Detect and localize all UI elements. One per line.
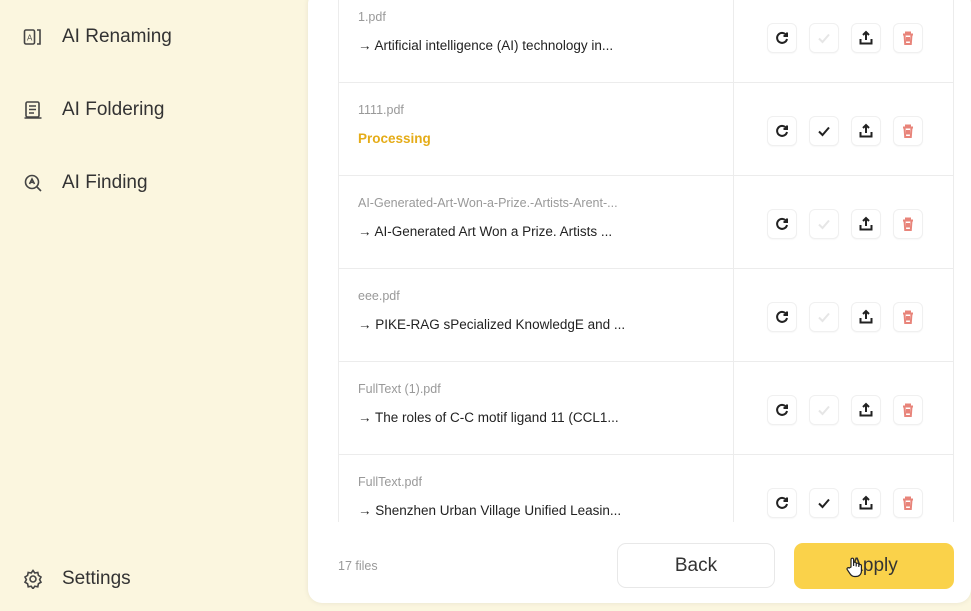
delete-button[interactable] bbox=[893, 209, 923, 239]
file-row: 1111.pdf Processing bbox=[339, 83, 953, 176]
export-button[interactable] bbox=[851, 116, 881, 146]
confirm-button[interactable] bbox=[809, 488, 839, 518]
original-filename: FullText.pdf bbox=[358, 475, 422, 489]
file-row: FullText (1).pdf → The roles of C-C moti… bbox=[339, 362, 953, 455]
svg-text:A: A bbox=[27, 34, 33, 43]
main-panel: 1.pdf → Artificial intelligence (AI) tec… bbox=[308, 0, 971, 603]
confirm-button[interactable] bbox=[809, 209, 839, 239]
check-icon bbox=[818, 498, 830, 509]
sidebar-item-label: AI Renaming bbox=[62, 26, 172, 47]
confirm-button[interactable] bbox=[809, 395, 839, 425]
file-row: 1.pdf → Artificial intelligence (AI) tec… bbox=[339, 0, 953, 83]
renamed-title: → The roles of C-C motif ligand 11 (CCL1… bbox=[358, 410, 619, 425]
check-icon bbox=[818, 312, 830, 323]
original-filename: 1.pdf bbox=[358, 10, 386, 24]
upload-icon bbox=[859, 216, 873, 231]
delete-button[interactable] bbox=[893, 488, 923, 518]
delete-button[interactable] bbox=[893, 395, 923, 425]
row-actions bbox=[767, 302, 923, 332]
upload-icon bbox=[859, 123, 873, 138]
regenerate-button[interactable] bbox=[767, 209, 797, 239]
renamed-title: → PIKE-RAG sPecialized KnowledgE and ... bbox=[358, 317, 626, 332]
check-icon bbox=[818, 405, 830, 416]
delete-button[interactable] bbox=[893, 302, 923, 332]
upload-icon bbox=[859, 309, 873, 324]
trash-icon bbox=[903, 217, 913, 231]
original-filename: FullText (1).pdf bbox=[358, 382, 441, 396]
regenerate-button[interactable] bbox=[767, 116, 797, 146]
export-button[interactable] bbox=[851, 488, 881, 518]
file-row: AI-Generated-Art-Won-a-Prize.-Artists-Ar… bbox=[339, 176, 953, 269]
upload-icon bbox=[859, 30, 873, 45]
refresh-icon bbox=[776, 403, 788, 416]
trash-icon bbox=[903, 31, 913, 45]
check-icon bbox=[818, 33, 830, 44]
sidebar-item-ai-renaming[interactable]: A AI Renaming bbox=[22, 26, 172, 48]
gear-icon bbox=[22, 568, 44, 590]
trash-icon bbox=[903, 496, 913, 510]
renamed-title: → AI-Generated Art Won a Prize. Artists … bbox=[358, 224, 613, 239]
regenerate-button[interactable] bbox=[767, 23, 797, 53]
upload-icon bbox=[859, 402, 873, 417]
sidebar: A AI Renaming AI Foldering AI Finding Se… bbox=[0, 0, 305, 611]
export-button[interactable] bbox=[851, 23, 881, 53]
sidebar-item-settings[interactable]: Settings bbox=[22, 568, 131, 590]
refresh-icon bbox=[776, 217, 788, 230]
sidebar-item-label: AI Foldering bbox=[62, 99, 165, 120]
original-filename: 1111.pdf bbox=[358, 103, 404, 117]
delete-button[interactable] bbox=[893, 116, 923, 146]
check-icon bbox=[818, 126, 830, 137]
renamed-title: → Shenzhen Urban Village Unified Leasin.… bbox=[358, 503, 622, 518]
check-icon bbox=[818, 219, 830, 230]
row-actions bbox=[767, 488, 923, 518]
original-filename: eee.pdf bbox=[358, 289, 400, 303]
back-button[interactable]: Back bbox=[617, 543, 775, 588]
sidebar-item-label: Settings bbox=[62, 568, 131, 589]
ai-text-icon: A bbox=[22, 26, 44, 48]
file-count: 17 files bbox=[338, 559, 378, 573]
refresh-icon bbox=[776, 124, 788, 137]
file-row: FullText.pdf → Shenzhen Urban Village Un… bbox=[339, 455, 953, 522]
sidebar-item-ai-finding[interactable]: AI Finding bbox=[22, 172, 148, 194]
refresh-icon bbox=[776, 310, 788, 323]
export-button[interactable] bbox=[851, 395, 881, 425]
row-actions bbox=[767, 395, 923, 425]
apply-button[interactable]: Apply bbox=[794, 543, 954, 589]
row-actions bbox=[767, 116, 923, 146]
hand-cursor-icon bbox=[846, 557, 862, 578]
confirm-button[interactable] bbox=[809, 23, 839, 53]
file-list[interactable]: 1.pdf → Artificial intelligence (AI) tec… bbox=[338, 0, 954, 522]
regenerate-button[interactable] bbox=[767, 488, 797, 518]
search-ai-icon bbox=[22, 172, 44, 194]
export-button[interactable] bbox=[851, 302, 881, 332]
processing-status: Processing bbox=[358, 131, 431, 146]
export-button[interactable] bbox=[851, 209, 881, 239]
confirm-button[interactable] bbox=[809, 302, 839, 332]
refresh-icon bbox=[776, 496, 788, 509]
original-filename: AI-Generated-Art-Won-a-Prize.-Artists-Ar… bbox=[358, 196, 618, 210]
sidebar-item-label: AI Finding bbox=[62, 172, 148, 193]
sidebar-item-ai-foldering[interactable]: AI Foldering bbox=[22, 99, 164, 121]
file-row: eee.pdf → PIKE-RAG sPecialized KnowledgE… bbox=[339, 269, 953, 362]
regenerate-button[interactable] bbox=[767, 302, 797, 332]
delete-button[interactable] bbox=[893, 23, 923, 53]
trash-icon bbox=[903, 124, 913, 138]
refresh-icon bbox=[776, 31, 788, 44]
trash-icon bbox=[903, 310, 913, 324]
renamed-title: → Artificial intelligence (AI) technolog… bbox=[358, 38, 614, 53]
regenerate-button[interactable] bbox=[767, 395, 797, 425]
confirm-button[interactable] bbox=[809, 116, 839, 146]
trash-icon bbox=[903, 403, 913, 417]
row-actions bbox=[767, 209, 923, 239]
upload-icon bbox=[859, 495, 873, 510]
row-actions bbox=[767, 23, 923, 53]
document-list-icon bbox=[22, 99, 44, 121]
